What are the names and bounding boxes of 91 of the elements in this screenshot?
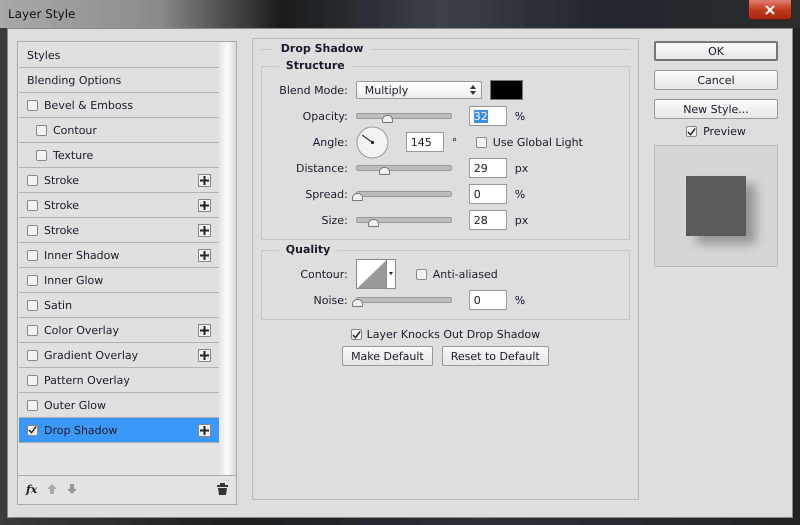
field-label: Blend Mode: xyxy=(278,84,348,96)
sidebar-item[interactable]: Texture xyxy=(19,143,219,168)
checkbox-label: Use Global Light xyxy=(492,136,583,148)
checkbox[interactable] xyxy=(36,124,47,136)
checkbox[interactable] xyxy=(350,329,362,340)
unit-label: % xyxy=(514,294,526,306)
field-label: Size: xyxy=(320,214,348,226)
unit-label: % xyxy=(514,110,526,122)
slider-thumb[interactable] xyxy=(352,193,363,201)
add-icon[interactable] xyxy=(198,348,211,362)
add-icon[interactable] xyxy=(198,224,211,236)
number-field[interactable]: 0 xyxy=(468,290,507,310)
checkbox[interactable] xyxy=(27,224,38,236)
preview-square xyxy=(686,176,746,236)
slider-thumb[interactable] xyxy=(382,115,393,123)
unit-label: px xyxy=(514,214,530,226)
sidebar-item[interactable]: Stroke xyxy=(19,168,219,193)
field-label: Angle: xyxy=(312,136,348,148)
checkbox[interactable] xyxy=(27,324,38,336)
sidebar-item[interactable]: Satin xyxy=(19,293,219,318)
contour-picker[interactable] xyxy=(356,259,396,289)
number-field[interactable]: 145 xyxy=(406,132,444,152)
checkbox[interactable] xyxy=(27,350,38,360)
blend-mode-dropdown[interactable]: Multiply xyxy=(356,81,482,99)
slider-thumb[interactable] xyxy=(352,299,363,307)
angle-dial xyxy=(356,126,389,158)
sidebar-item[interactable]: Inner Shadow xyxy=(19,243,219,268)
action-button[interactable]: Reset to Default xyxy=(442,346,549,366)
unit-label: ° xyxy=(452,136,458,148)
checkbox[interactable] xyxy=(27,100,38,110)
checkbox[interactable] xyxy=(27,374,38,386)
field-label: Contour: xyxy=(299,268,348,280)
up-arrow-icon xyxy=(47,484,58,494)
unit-label: px xyxy=(514,162,530,174)
add-icon[interactable] xyxy=(198,174,211,186)
checkbox-label: Preview xyxy=(703,125,746,138)
sidebar-item[interactable]: Color Overlay xyxy=(19,318,219,343)
sidebar-item[interactable]: Styles xyxy=(19,43,219,68)
checkbox[interactable] xyxy=(27,400,38,410)
sidebar-item[interactable]: Inner Glow xyxy=(19,268,219,293)
dialog-button[interactable]: Cancel xyxy=(654,70,778,90)
up-down-arrows-icon xyxy=(470,85,476,95)
dialog-button[interactable]: New Style... xyxy=(654,99,778,119)
sidebar-item[interactable]: Pattern Overlay xyxy=(19,368,219,393)
checkbox[interactable] xyxy=(27,250,38,260)
unit-label: % xyxy=(514,188,526,200)
checkbox[interactable] xyxy=(36,150,47,160)
add-icon[interactable] xyxy=(198,324,211,336)
scrollbar[interactable] xyxy=(220,42,236,475)
add-icon[interactable] xyxy=(198,198,211,212)
checkbox[interactable] xyxy=(476,136,487,148)
checkbox[interactable] xyxy=(27,174,38,186)
sidebar-item[interactable]: Stroke xyxy=(19,193,219,218)
sidebar-item[interactable]: Contour xyxy=(19,118,219,143)
field-label: Distance: xyxy=(294,162,348,174)
sidebar-item[interactable]: Bevel & Emboss xyxy=(19,93,219,118)
add-icon[interactable] xyxy=(198,248,211,262)
group-title: Quality xyxy=(278,243,338,256)
field-label: Opacity: xyxy=(302,110,348,122)
slider-thumb[interactable] xyxy=(368,219,379,227)
sidebar-item[interactable]: Gradient Overlay xyxy=(19,343,219,368)
field-label: Spread: xyxy=(304,188,348,200)
fx-button[interactable]: fx xyxy=(26,482,38,496)
checkbox-label: Layer Knocks Out Drop Shadow xyxy=(366,328,540,341)
color-swatch[interactable] xyxy=(490,80,523,100)
checkbox[interactable] xyxy=(686,126,698,137)
field-label: Noise: xyxy=(312,294,348,306)
checkbox[interactable] xyxy=(27,300,38,310)
checkbox[interactable] xyxy=(27,200,38,210)
add-icon[interactable] xyxy=(198,424,211,436)
sidebar-item[interactable]: Outer Glow xyxy=(19,393,219,418)
number-field[interactable]: 0 xyxy=(468,184,507,204)
down-arrow-icon xyxy=(67,484,78,494)
close-icon xyxy=(765,4,775,14)
dialog-button[interactable]: OK xyxy=(654,41,778,61)
number-field[interactable]: 28 xyxy=(468,210,507,230)
action-button[interactable]: Make Default xyxy=(342,346,433,366)
number-field[interactable]: 29 xyxy=(468,158,507,178)
sidebar-item[interactable]: Stroke xyxy=(19,218,219,243)
group-title: Structure xyxy=(278,59,353,72)
window-title: Layer Style xyxy=(8,7,76,21)
sidebar-item[interactable]: Blending Options xyxy=(19,68,219,93)
checkbox[interactable] xyxy=(416,268,427,280)
close-button[interactable] xyxy=(748,0,792,20)
sidebar-item[interactable]: Drop Shadow xyxy=(19,418,219,443)
slider-thumb[interactable] xyxy=(379,167,390,175)
checkbox[interactable] xyxy=(27,424,38,436)
section-title: Drop Shadow xyxy=(272,42,372,55)
checkbox-label: Anti-aliased xyxy=(432,268,498,280)
trash-icon xyxy=(216,483,228,495)
checkbox[interactable] xyxy=(27,274,38,286)
